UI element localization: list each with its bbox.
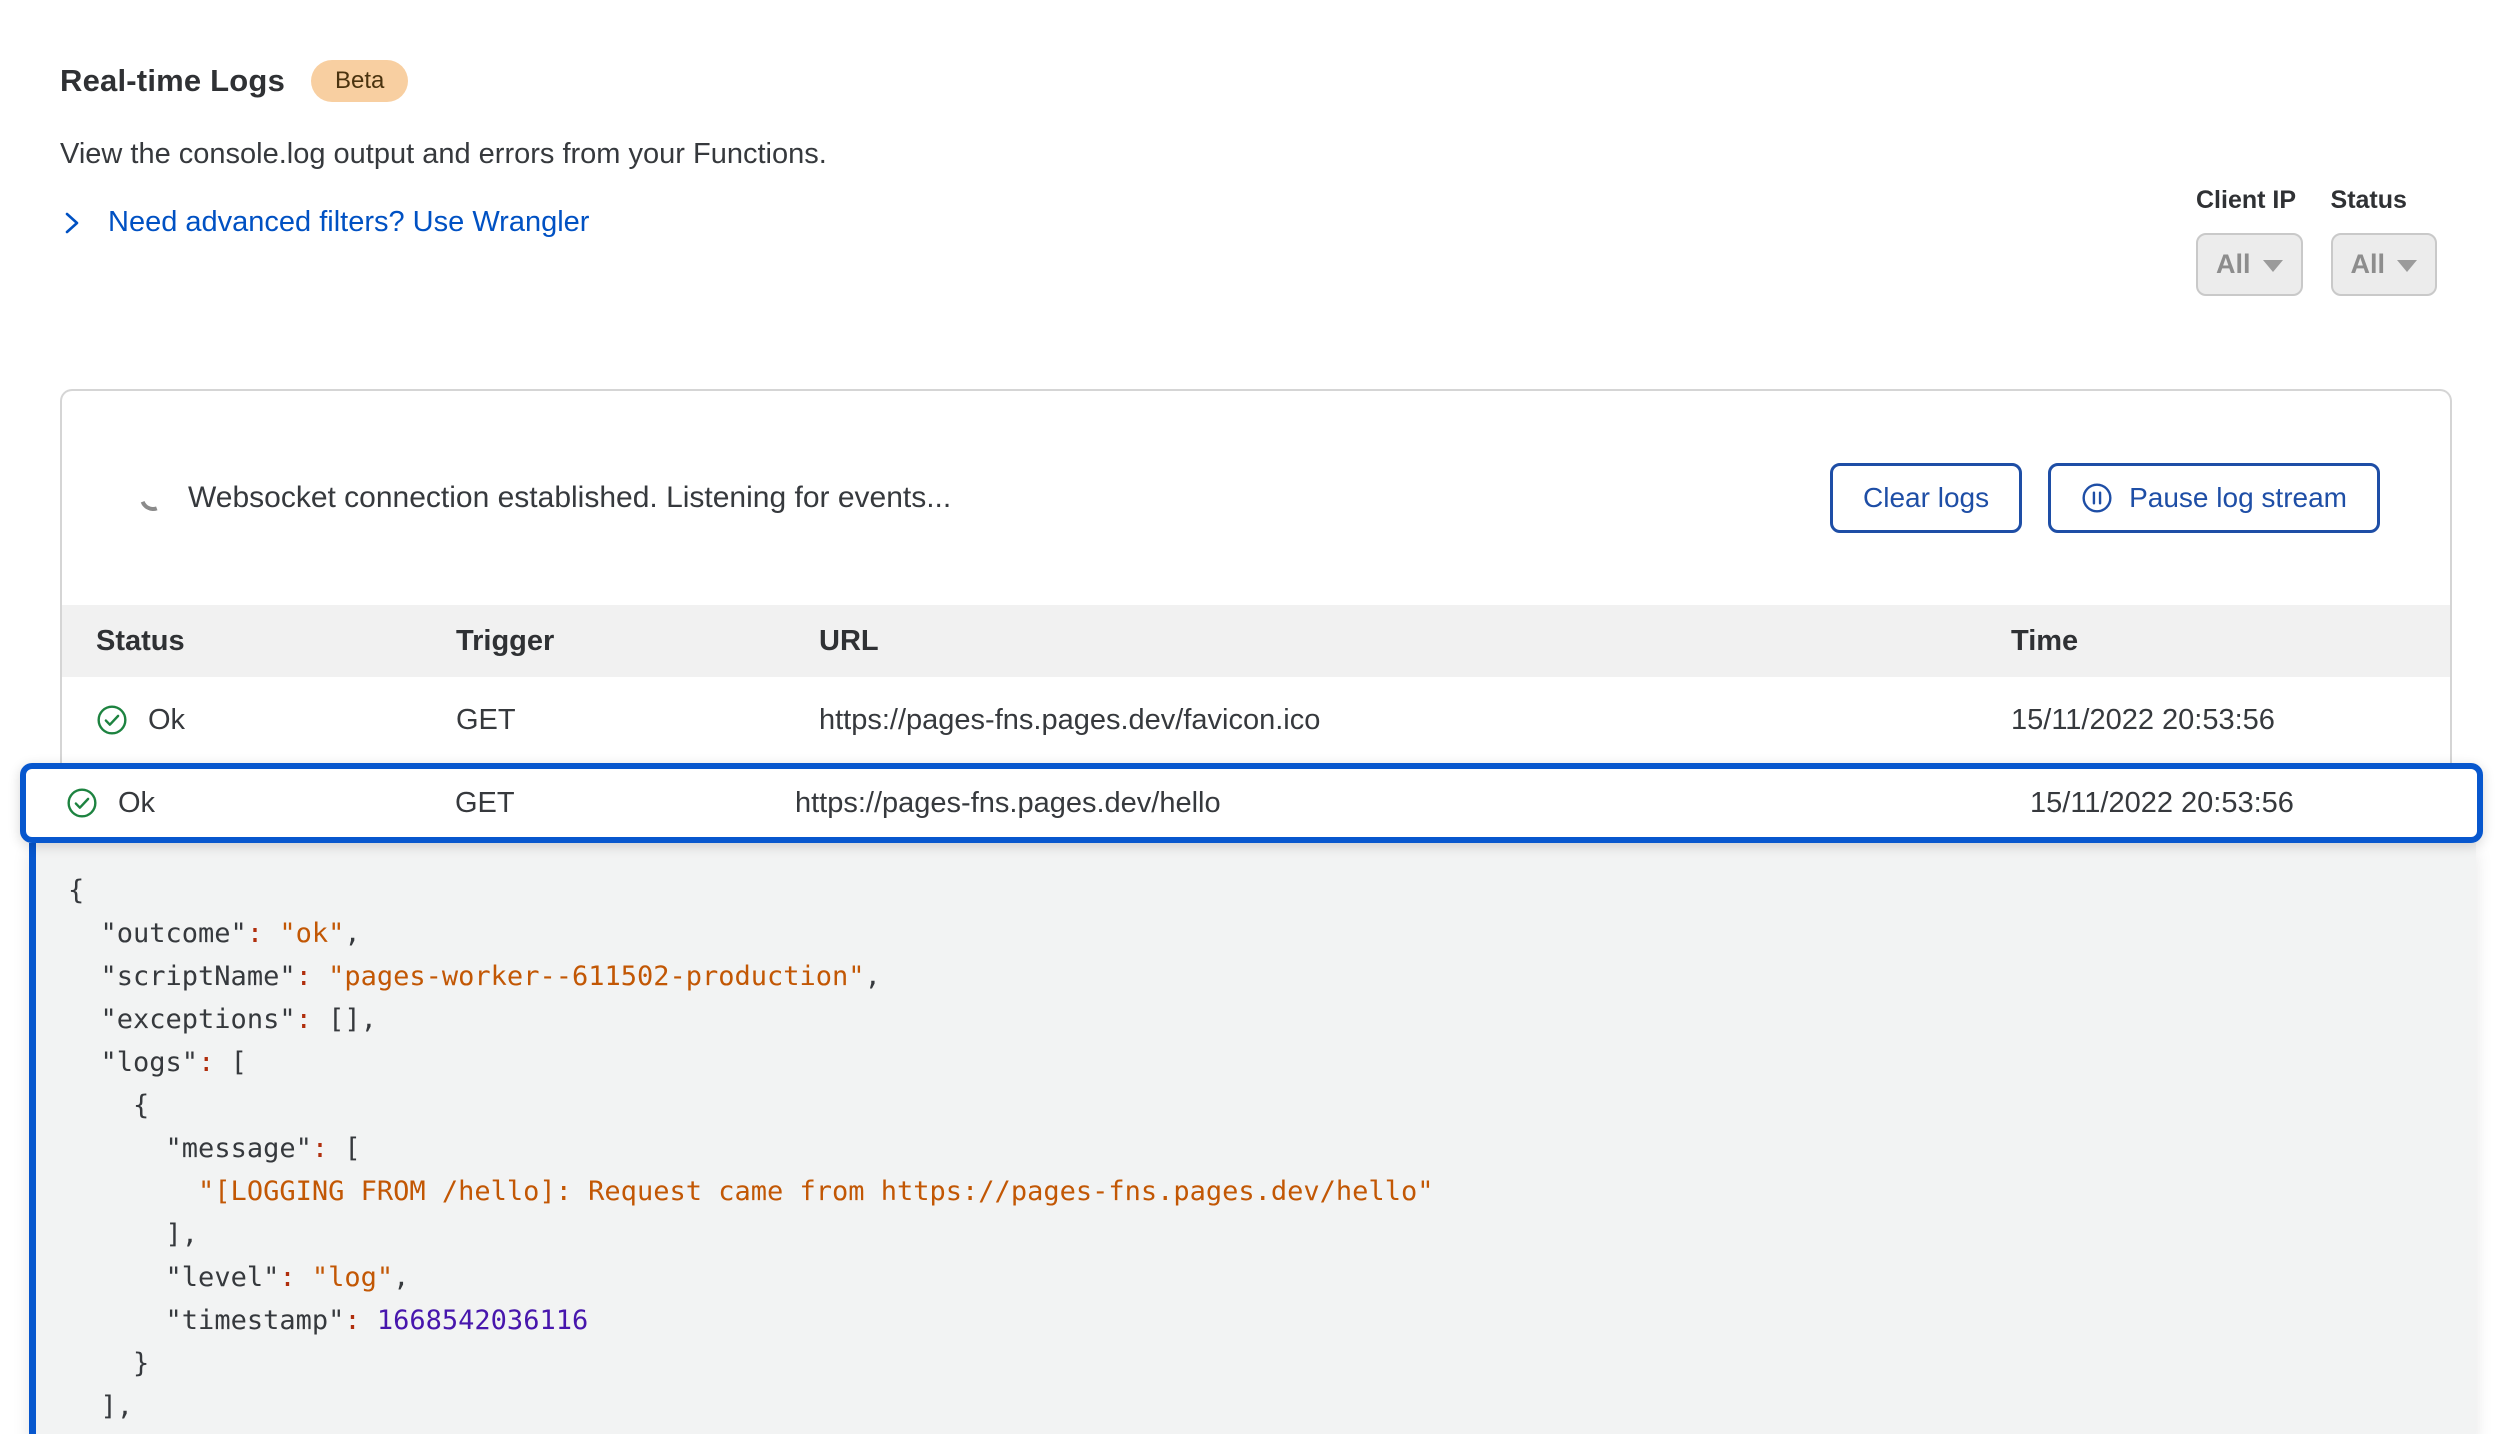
- chevron-right-icon: [60, 209, 84, 237]
- page-header: Real-time Logs Beta View the console.log…: [0, 0, 2508, 239]
- logs-panel: Websocket connection established. Listen…: [60, 389, 2452, 763]
- expanded-log-entry: Ok GET https://pages-fns.pages.dev/hello…: [20, 763, 2483, 1434]
- client-ip-value: All: [2216, 249, 2251, 280]
- status-dropdown[interactable]: All: [2331, 233, 2438, 296]
- table-row[interactable]: Ok GET https://pages-fns.pages.dev/favic…: [62, 677, 2450, 763]
- page-subtitle: View the console.log output and errors f…: [60, 136, 2452, 172]
- status-label: Status: [2331, 186, 2438, 215]
- pause-circle-icon: [2081, 482, 2113, 514]
- status-text: Ok: [118, 787, 155, 820]
- column-header-url: URL: [819, 625, 2011, 658]
- realtime-logs-page: Real-time Logs Beta View the console.log…: [0, 0, 2508, 1434]
- time-cell: 15/11/2022 20:53:56: [2030, 787, 2477, 820]
- log-json: { "outcome": "ok", "scriptName": "pages-…: [68, 869, 2476, 1428]
- log-filters: Client IP All Status All: [2196, 186, 2437, 296]
- column-header-time: Time: [2011, 625, 2450, 658]
- pause-log-stream-button[interactable]: Pause log stream: [2048, 463, 2380, 533]
- pause-log-stream-label: Pause log stream: [2129, 482, 2347, 514]
- trigger-cell: GET: [456, 704, 819, 737]
- client-ip-filter: Client IP All: [2196, 186, 2303, 296]
- status-filter: Status All: [2331, 186, 2438, 296]
- status-cell: Ok: [66, 787, 455, 820]
- chevron-down-icon: [2263, 260, 2283, 272]
- time-cell: 15/11/2022 20:53:56: [2011, 704, 2450, 737]
- trigger-cell: GET: [455, 787, 795, 820]
- url-cell: https://pages-fns.pages.dev/favicon.ico: [819, 704, 2011, 737]
- table-row-selected[interactable]: Ok GET https://pages-fns.pages.dev/hello…: [20, 763, 2483, 843]
- table-header: Status Trigger URL Time: [62, 605, 2450, 677]
- spinner-icon: [136, 481, 171, 516]
- column-header-status: Status: [96, 625, 456, 658]
- websocket-status-text: Websocket connection established. Listen…: [188, 481, 951, 515]
- check-circle-icon: [66, 787, 98, 819]
- status-text: Ok: [148, 704, 185, 737]
- client-ip-label: Client IP: [2196, 186, 2303, 215]
- status-value: All: [2351, 249, 2386, 280]
- wrangler-link-label: Need advanced filters? Use Wrangler: [108, 206, 589, 239]
- log-detail-panel: { "outcome": "ok", "scriptName": "pages-…: [29, 843, 2476, 1434]
- page-title: Real-time Logs: [60, 63, 285, 99]
- column-header-trigger: Trigger: [456, 625, 819, 658]
- url-cell: https://pages-fns.pages.dev/hello: [795, 787, 2030, 820]
- beta-badge: Beta: [311, 60, 408, 102]
- status-cell: Ok: [96, 704, 456, 737]
- client-ip-dropdown[interactable]: All: [2196, 233, 2303, 296]
- clear-logs-button[interactable]: Clear logs: [1830, 463, 2022, 533]
- chevron-down-icon: [2397, 260, 2417, 272]
- clear-logs-label: Clear logs: [1863, 482, 1989, 514]
- check-circle-icon: [96, 704, 128, 736]
- title-row: Real-time Logs Beta: [60, 56, 2452, 106]
- wrangler-filters-link[interactable]: Need advanced filters? Use Wrangler: [60, 206, 589, 239]
- logs-toolbar: Websocket connection established. Listen…: [62, 391, 2450, 605]
